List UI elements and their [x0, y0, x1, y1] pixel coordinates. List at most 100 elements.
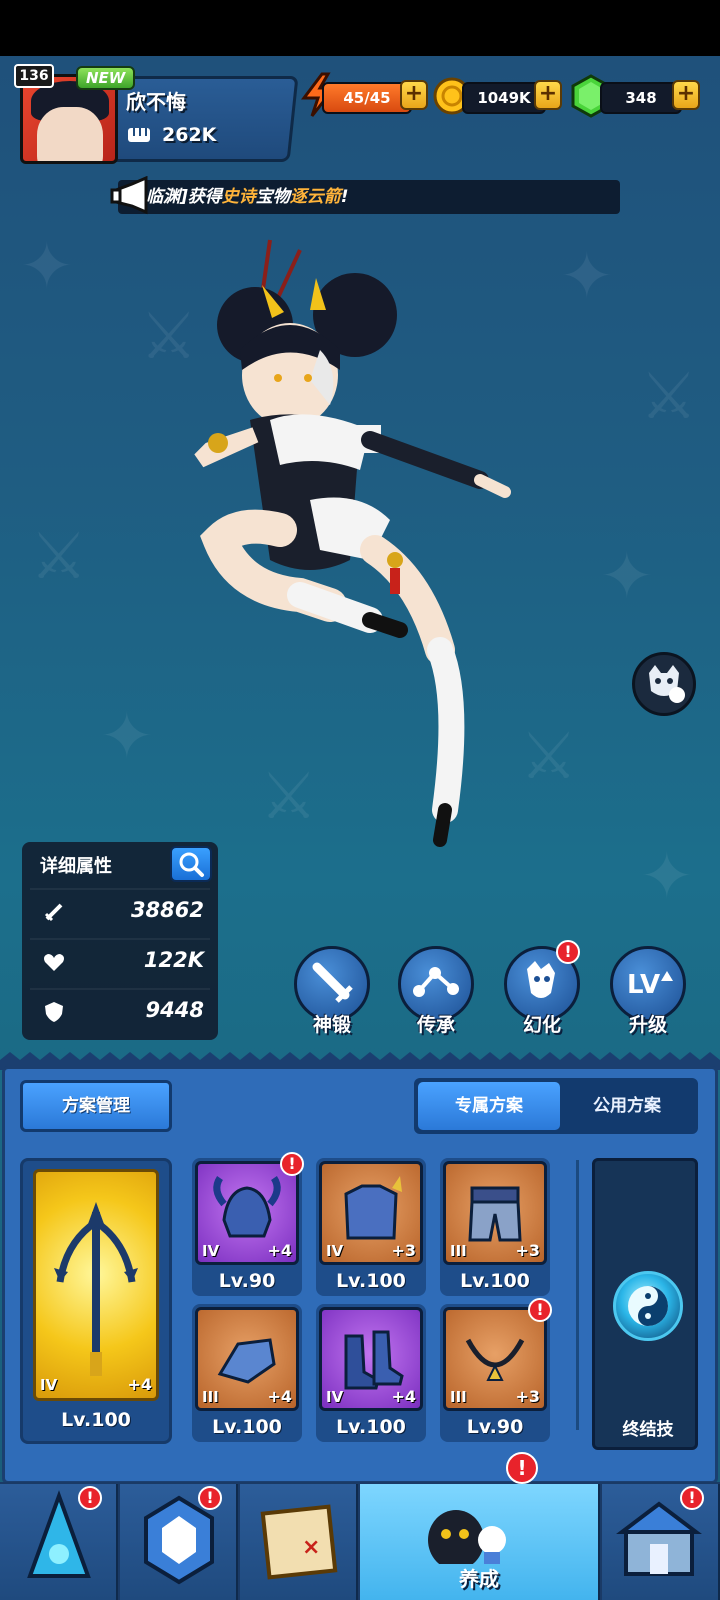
equipment-slot-boots[interactable]: IV +4 Lv.100 — [316, 1304, 426, 1442]
weapon-level: Lv.100 — [61, 1409, 131, 1431]
nav-cards-alert: ! — [198, 1486, 222, 1510]
helmet-plus: +4 — [267, 1241, 292, 1260]
transform-alert-badge: ! — [556, 940, 580, 964]
necklace-plus: +3 — [515, 1387, 540, 1406]
player-name: 欣不悔 — [126, 90, 186, 114]
player-level-badge: 136 — [14, 64, 54, 88]
necklace-frame: III +3 — [443, 1307, 547, 1411]
shield-icon — [45, 1002, 63, 1022]
ultimate-label: 终结技 — [622, 1420, 674, 1440]
pants-level: Lv.100 — [460, 1270, 530, 1292]
energy-counter: 45/45 — [322, 82, 412, 114]
trident-weapon-icon — [54, 1202, 138, 1376]
weapon-plus: +4 — [127, 1375, 152, 1394]
equipment-slot-pants[interactable]: III +3 Lv.100 — [440, 1158, 550, 1296]
hp-value: 122K — [143, 948, 204, 972]
panel-divider — [576, 1160, 579, 1430]
forge-button[interactable]: 神锻 — [290, 946, 374, 1038]
nav-map[interactable]: × — [240, 1484, 358, 1600]
nav-shop-alert: ! — [680, 1486, 704, 1510]
upgrade-button[interactable]: LV 升级 — [606, 946, 690, 1038]
sword-icon — [312, 962, 353, 1003]
pants-plus: +3 — [515, 1241, 540, 1260]
pants-tier: III — [450, 1242, 467, 1260]
game-screen: ✦ ⚔ ✦ ⚔ ⚔ ✦ ✦ ⚔ ✦ ⚔ 136 NEW 欣不悔 262K 45/… — [0, 0, 720, 1600]
announce-middle: 宝物 — [255, 187, 290, 207]
transform-button[interactable]: 幻化 ! — [500, 940, 584, 1038]
tab-public-plan[interactable]: 公用方案 — [556, 1082, 698, 1130]
plan-tabs: 专属方案 公用方案 — [414, 1078, 698, 1134]
gem-counter: 348 — [600, 82, 682, 114]
equipment-slot-necklace[interactable]: III +3 Lv.90 ! — [440, 1298, 552, 1442]
transform-label: 幻化 — [522, 1014, 561, 1036]
status-bar — [0, 0, 720, 56]
nav-cultivate-alert: ! — [506, 1452, 538, 1484]
inherit-button[interactable]: 传承 — [394, 946, 478, 1038]
power-row: 262K — [126, 124, 216, 146]
sword-icon — [44, 903, 63, 922]
nav-cultivate[interactable]: 养成 ! — [360, 1452, 600, 1600]
announce-prefix: 临渊]获得 — [146, 187, 222, 207]
equipment-slot-armor[interactable]: IV +3 Lv.100 — [316, 1158, 426, 1296]
nav-battle[interactable]: ! — [0, 1484, 118, 1600]
energy-add-button[interactable]: + — [400, 80, 428, 110]
avatar-face — [37, 107, 103, 161]
attack-value: 38862 — [130, 898, 204, 922]
nav-cards[interactable]: ! — [120, 1484, 238, 1600]
nav-shop[interactable]: ! — [602, 1484, 720, 1600]
search-icon — [179, 852, 204, 877]
stat-row-attack: 38862 — [30, 888, 210, 932]
helmet-frame: IV +4 — [195, 1161, 299, 1265]
tab-exclusive-plan[interactable]: 专属方案 — [418, 1082, 560, 1130]
fist-icon — [128, 128, 150, 142]
level-up-icon: LV — [627, 970, 673, 1000]
pants-frame: III +3 — [443, 1161, 547, 1265]
equipment-slot-helmet[interactable]: IV +4 Lv.90 ! — [192, 1152, 304, 1296]
announce-suffix: ! — [340, 187, 349, 207]
weapon-frame: IV +4 — [33, 1169, 159, 1401]
ultimate-skill-slot[interactable]: 终结技 — [592, 1158, 698, 1450]
equipment-slot-gauntlet[interactable]: III +4 Lv.100 — [192, 1304, 302, 1442]
stats-detail-button[interactable] — [170, 846, 212, 882]
player-card[interactable]: 136 NEW 欣不悔 262K — [14, 64, 299, 164]
helmet-alert-badge: ! — [280, 1152, 304, 1176]
heart-icon — [44, 954, 64, 971]
network-icon — [413, 967, 459, 997]
power-value: 262K — [162, 124, 217, 146]
helmet-level: Lv.90 — [218, 1270, 276, 1292]
boots-tier: IV — [326, 1388, 344, 1406]
gem-add-button[interactable]: + — [672, 80, 700, 110]
nav-cultivate-label: 养成 — [459, 1567, 499, 1591]
armor-frame: IV +3 — [319, 1161, 423, 1265]
heroes-group-icon — [428, 1510, 506, 1564]
armor-tier: IV — [326, 1242, 344, 1260]
gauntlet-plus: +4 — [267, 1387, 292, 1406]
weapon-slot[interactable]: IV +4 Lv.100 — [20, 1158, 172, 1444]
gauntlet-tier: III — [202, 1388, 219, 1406]
announce-rarity: 史诗 — [221, 187, 256, 207]
boots-level: Lv.100 — [336, 1416, 406, 1438]
armor-level: Lv.100 — [336, 1270, 406, 1292]
stats-title: 详细属性 — [40, 856, 112, 877]
boots-frame: IV +4 — [319, 1307, 423, 1411]
necklace-tier: III — [450, 1388, 467, 1406]
skin-switch-button[interactable] — [632, 652, 696, 716]
weapon-tier: IV — [40, 1376, 58, 1394]
announcement-bar: 临渊]获得史诗宝物逐云箭! — [118, 180, 620, 214]
hero-character-illustration[interactable] — [160, 230, 540, 870]
gold-add-button[interactable]: + — [534, 80, 562, 110]
yin-yang-icon — [613, 1271, 683, 1341]
upgrade-label: 升级 — [628, 1014, 667, 1036]
helmet-tier: IV — [202, 1242, 220, 1260]
boots-plus: +4 — [391, 1387, 416, 1406]
announce-item: 逐云箭 — [289, 187, 341, 207]
gauntlet-level: Lv.100 — [212, 1416, 282, 1438]
svg-text:LV: LV — [627, 970, 660, 1000]
svg-text:×: × — [302, 1535, 320, 1560]
megaphone-icon — [110, 176, 148, 215]
inherit-label: 传承 — [416, 1014, 455, 1036]
treasure-map-icon: × — [260, 1504, 338, 1580]
plan-manage-button[interactable]: 方案管理 — [20, 1080, 172, 1132]
gauntlet-frame: III +4 — [195, 1307, 299, 1411]
stat-row-hp: 122K — [30, 938, 210, 982]
